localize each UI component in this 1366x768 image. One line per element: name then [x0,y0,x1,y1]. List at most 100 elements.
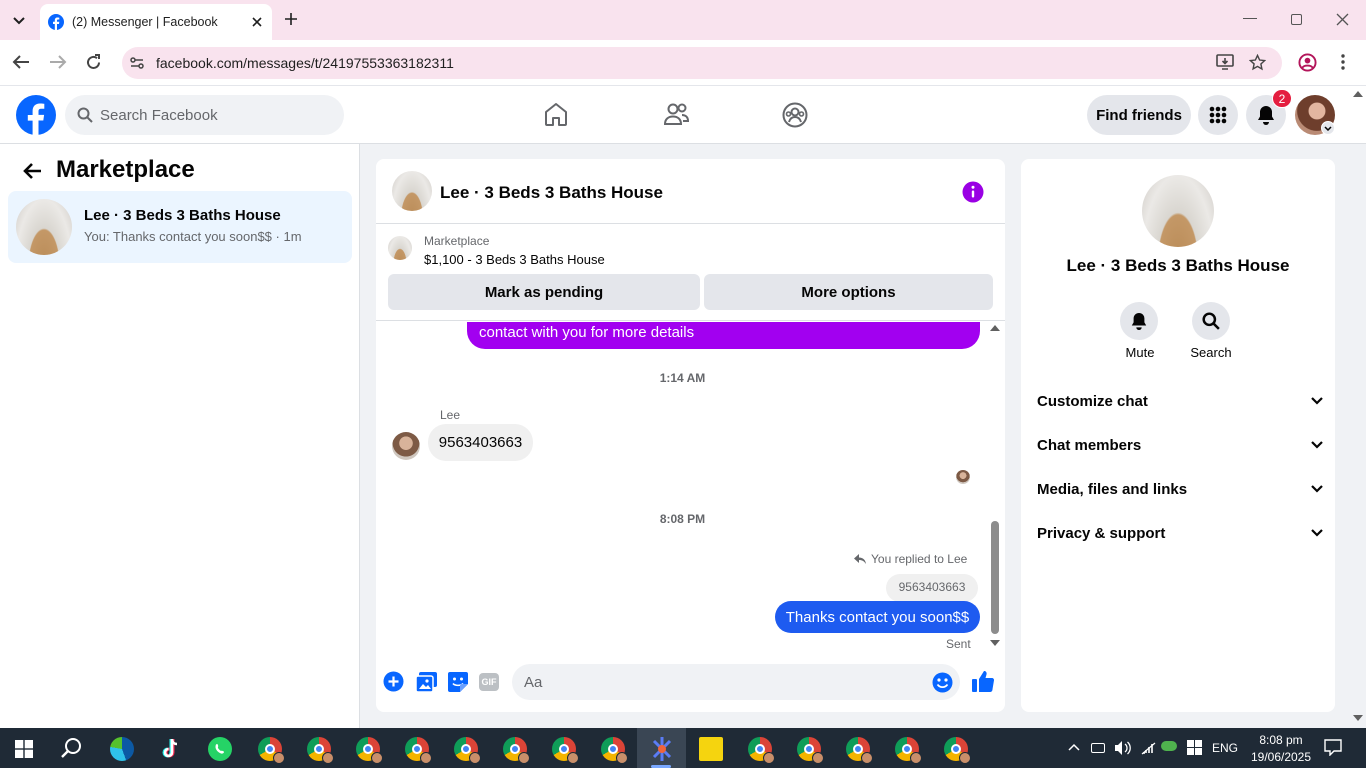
chevron-down-icon [13,17,25,25]
app-icon[interactable] [650,737,674,761]
nav-home-button[interactable] [543,101,569,127]
forward-button[interactable] [49,54,67,70]
received-message[interactable]: 9563403663 [428,424,533,461]
chat-header-avatar[interactable] [392,171,432,211]
window-close-button[interactable] [1336,13,1349,26]
menu-button[interactable] [1198,95,1238,135]
groups-icon [782,102,808,128]
listing-title[interactable]: $1,100 - 3 Beds 3 Baths House [424,252,605,267]
sent-message[interactable]: Thanks contact you soon$$ [775,601,980,633]
chrome-profile-icon[interactable] [356,737,383,764]
sent-message-partial-text: contact with you for more details [479,324,695,341]
sender-avatar[interactable] [392,432,420,460]
tray-overflow-icon[interactable] [1068,743,1080,751]
marketplace-back-button[interactable] [22,162,42,180]
chrome-profile-icon[interactable] [846,737,873,764]
search-conversation-button[interactable] [1192,302,1230,340]
details-avatar[interactable] [1142,175,1214,247]
window-minimize-button[interactable] [1243,18,1257,19]
whatsapp-icon[interactable] [208,737,232,761]
mark-as-pending-button[interactable]: Mark as pending [388,274,700,310]
start-button[interactable] [15,740,33,758]
new-tab-button[interactable] [283,11,299,27]
search-icon [61,738,81,758]
browser-menu-icon[interactable] [1341,54,1345,70]
sticky-notes-icon[interactable] [699,737,723,761]
tab-list-button[interactable] [8,10,30,32]
more-options-label: More options [801,283,896,301]
customize-chat-row[interactable]: Customize chat [1037,386,1323,416]
media-files-links-row[interactable]: Media, files and links [1037,474,1323,504]
chrome-profile-icon[interactable] [797,737,824,764]
page-scroll-up-arrow[interactable] [1353,91,1363,97]
attach-photo-button[interactable] [416,672,437,692]
send-like-button[interactable] [972,670,994,692]
onedrive-icon[interactable] [1161,741,1177,751]
chrome-profile-icon[interactable] [454,737,481,764]
quoted-message[interactable]: 9563403663 [886,574,978,602]
chat-scroll-down-arrow[interactable] [990,640,1000,646]
install-app-icon[interactable] [1216,54,1234,71]
gif-button[interactable]: GIF [479,673,499,691]
chevron-down-icon [1311,529,1323,537]
window-restore-button[interactable] [1291,14,1302,25]
profile-icon[interactable] [1298,53,1317,72]
account-chevron-icon[interactable] [1321,121,1335,135]
chat-members-row[interactable]: Chat members [1037,430,1323,460]
clock-time[interactable]: 8:08 pm [1249,733,1313,747]
chrome-profile-icon[interactable] [601,737,628,764]
back-button[interactable] [12,54,30,70]
listing-thumbnail[interactable] [388,236,412,260]
wifi-icon[interactable] [1140,741,1156,755]
taskbar-search-button[interactable] [61,737,83,759]
volume-icon[interactable] [1114,740,1131,756]
more-options-button[interactable]: More options [704,274,993,310]
message-input[interactable]: Aa [512,664,960,700]
tiktok-icon[interactable] [159,737,183,761]
chrome-profile-icon[interactable] [405,737,432,764]
conversation-preview: You: Thanks contact you soon$$ · 1m [84,229,302,244]
close-tab-icon[interactable] [252,17,262,27]
sent-message-partial[interactable]: contact with you for more details [467,322,980,349]
photo-icon [416,672,437,692]
reload-button[interactable] [85,54,102,71]
chrome-profile-icon[interactable] [944,737,971,764]
privacy-support-row[interactable]: Privacy & support [1037,518,1323,548]
chrome-profile-icon[interactable] [748,737,775,764]
chrome-profile-icon[interactable] [552,737,579,764]
address-bar[interactable]: facebook.com/messages/t/2419755336318231… [122,47,1282,79]
emoji-button[interactable] [932,672,953,693]
browser-tab-active[interactable]: (2) Messenger | Facebook [40,4,272,40]
chat-title[interactable]: Lee · 3 Beds 3 Baths House [440,183,663,203]
message-input-placeholder: Aa [524,673,543,691]
sticker-icon [448,672,468,692]
search-placeholder: Search Facebook [100,106,218,124]
language-indicator[interactable]: ENG [1212,741,1238,755]
site-settings-icon[interactable] [129,55,145,71]
edge-icon[interactable] [110,737,134,761]
chat-scroll-up-arrow[interactable] [990,325,1000,331]
chrome-profile-icon[interactable] [895,737,922,764]
conversation-info-button[interactable] [962,181,984,203]
chat-scrollbar-thumb[interactable] [991,521,999,634]
chevron-down-icon [1311,441,1323,449]
details-name: Lee · 3 Beds 3 Baths House [1066,256,1290,275]
sticker-button[interactable] [448,672,468,692]
chrome-profile-icon[interactable] [307,737,334,764]
security-icon[interactable] [1187,740,1202,755]
more-actions-button[interactable] [383,671,404,692]
facebook-logo-icon[interactable] [16,95,56,135]
notification-center-icon[interactable] [1324,739,1342,756]
page-scroll-down-arrow[interactable] [1353,715,1363,721]
chrome-profile-icon[interactable] [258,737,285,764]
nav-friends-button[interactable] [663,102,690,127]
chrome-profile-icon[interactable] [503,737,530,764]
clock-date[interactable]: 19/06/2025 [1246,750,1316,764]
chevron-down-icon [1311,397,1323,405]
mute-button[interactable] [1120,302,1158,340]
bookmark-star-icon[interactable] [1249,54,1266,71]
find-friends-button[interactable]: Find friends [1087,95,1191,135]
facebook-search-input[interactable]: Search Facebook [65,95,344,135]
nav-groups-button[interactable] [782,102,808,128]
battery-icon[interactable] [1091,743,1105,753]
